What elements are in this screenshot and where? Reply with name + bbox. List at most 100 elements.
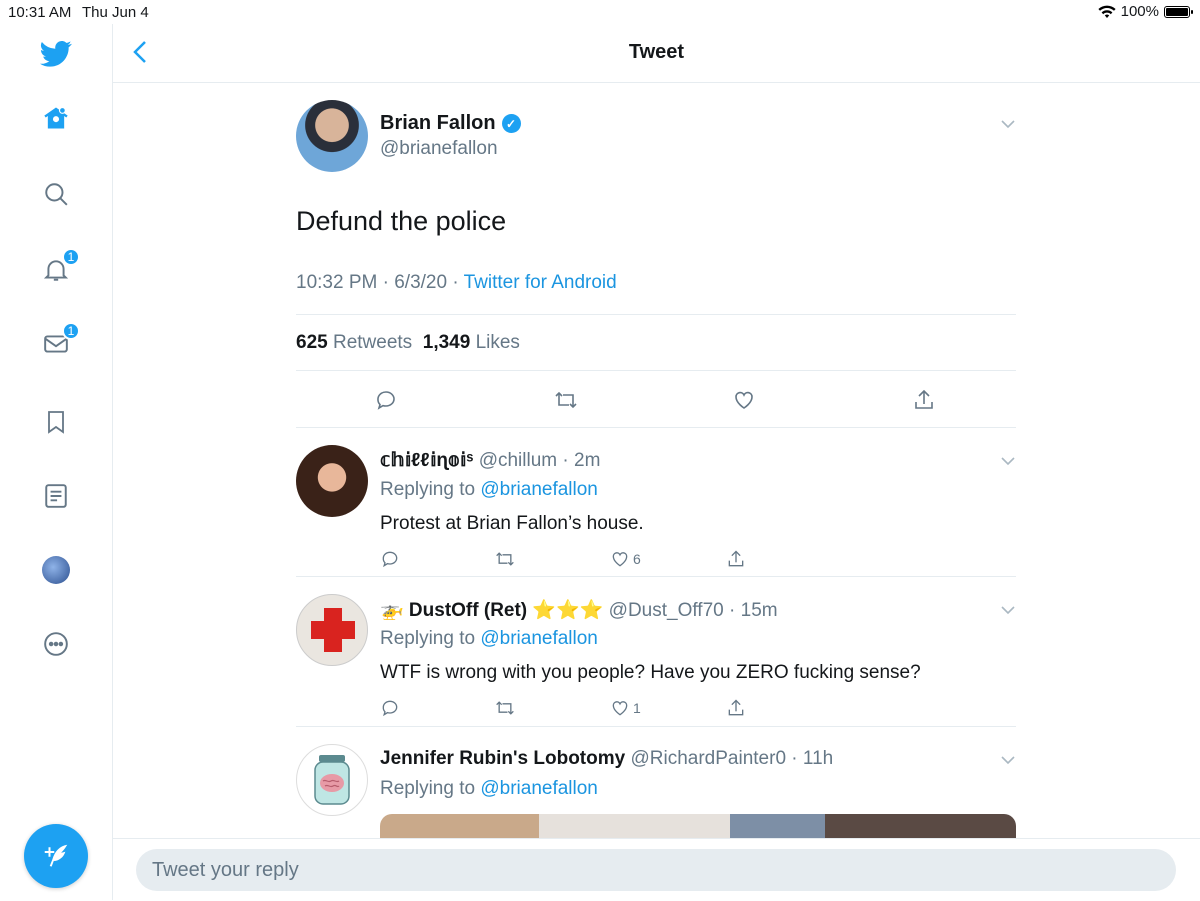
reply-author-handle[interactable]: @Dust_Off70 [609,600,724,621]
divider [296,427,1016,428]
reply-media-image[interactable] [380,814,1016,838]
chevron-down-icon [1001,756,1015,765]
replying-prefix: Replying to [380,778,476,799]
twitter-logo-icon[interactable] [40,38,72,70]
reply-icon [377,391,395,410]
reply-retweet-button[interactable] [494,549,516,569]
battery-icon [1164,5,1193,18]
reply-like-count: 6 [633,551,641,567]
reply-time: 2m [574,450,601,471]
tweet-reply-input[interactable] [136,849,1176,891]
tweet-meta: 10:32 PM · 6/3/20 · Twitter for Android [296,272,617,293]
tweet-options-button[interactable] [1000,116,1016,134]
replying-to: Replying to @brianefallon [380,628,598,650]
reply-author-handle[interactable]: @RichardPainter0 [630,748,786,769]
heart-icon [735,391,753,409]
status-bar: 10:31 AM Thu Jun 4 100% [0,0,1200,24]
heart-icon [612,552,628,567]
replying-to-link[interactable]: @brianefallon [480,778,598,799]
reply-avatar[interactable] [296,445,368,517]
retweet-icon [496,701,514,715]
compose-feather-icon [44,844,68,867]
author-avatar[interactable] [296,100,368,172]
share-icon [728,699,744,716]
more-icon[interactable] [40,628,72,660]
divider [296,370,1016,371]
replying-to-link[interactable]: @brianefallon [480,479,598,500]
status-time: 10:31 AM [8,4,72,21]
reply-like-count: 1 [633,700,641,716]
battery-percent: 100% [1120,3,1159,20]
page-title: Tweet [628,41,685,63]
likes-label: Likes [475,332,520,353]
reply-avatar[interactable] [296,744,368,816]
reply-retweet-button[interactable] [494,698,516,718]
retweet-button[interactable] [552,386,580,414]
retweet-icon [496,552,514,566]
page-header: Tweet [113,24,1200,83]
reply-header: 𝕔𝕙𝕚ℓℓ𝕚ɳ𝕠𝕚ˢ @chillum · 2m [380,450,601,471]
reply-time: 15m [740,600,778,621]
replying-to-link[interactable]: @brianefallon [480,628,598,649]
verified-badge-icon: ✓ [501,114,521,133]
reply-header: Jennifer Rubin's Lobotomy @RichardPainte… [380,748,834,769]
reply-share-button[interactable] [726,698,746,718]
notifications-icon[interactable]: 1 [40,248,80,286]
retweets-stat[interactable]: 625 Retweets [296,332,412,353]
reply-avatar[interactable] [296,594,368,666]
home-icon[interactable] [40,102,72,134]
reply-item[interactable]: 🚁 DustOff (Ret) ⭐⭐⭐ @Dust_Off70 · 15m Re… [296,594,1016,744]
like-button[interactable] [730,386,758,414]
reply-author-name[interactable]: 🚁 DustOff (Ret) ⭐⭐⭐ [380,600,603,621]
tweet-actions [296,386,1016,414]
reply-item[interactable]: Jennifer Rubin's Lobotomy @RichardPainte… [296,744,1016,838]
chevron-down-icon [1001,606,1015,615]
profile-avatar[interactable] [40,554,72,586]
author-name[interactable]: Brian Fallon [380,112,496,135]
reply-text: WTF is wrong with you people? Have you Z… [380,662,921,683]
messages-icon[interactable]: 1 [40,322,80,360]
reply-text: Protest at Brian Fallon’s house. [380,513,644,534]
tweet-date: 6/3/20 [394,272,448,293]
reply-button[interactable] [372,386,400,414]
reply-actions: 1 [380,698,780,722]
reply-author-name[interactable]: Jennifer Rubin's Lobotomy [380,748,625,769]
likes-stat[interactable]: 1,349 Likes [423,332,520,353]
reply-item[interactable]: 𝕔𝕙𝕚ℓℓ𝕚ɳ𝕠𝕚ˢ @chillum · 2m Replying to @br… [296,445,1016,595]
replying-to: Replying to @brianefallon [380,778,598,800]
share-button[interactable] [910,386,938,414]
reply-icon [382,551,398,568]
search-icon[interactable] [40,178,72,210]
lists-icon[interactable] [40,480,72,512]
notifications-badge: 1 [62,248,80,266]
tweet-stats: 625 Retweets 1,349 Likes [296,332,520,354]
reply-like-button[interactable]: 1 [610,698,641,718]
heart-icon [612,701,628,716]
reply-reply-button[interactable] [380,549,400,569]
tweet-text: Defund the police [296,206,507,236]
reply-options-button[interactable] [1000,453,1016,471]
replying-prefix: Replying to [380,628,476,649]
reply-like-button[interactable]: 6 [610,549,641,569]
messages-badge: 1 [62,322,80,340]
status-date: Thu Jun 4 [82,4,149,21]
reply-author-name[interactable]: 𝕔𝕙𝕚ℓℓ𝕚ɳ𝕠𝕚ˢ [380,450,473,471]
author-handle[interactable]: @brianefallon [380,138,498,160]
reply-options-button[interactable] [1000,602,1016,620]
compose-tweet-button[interactable] [24,824,88,888]
tweet-source-link[interactable]: Twitter for Android [464,272,617,293]
reply-header: 🚁 DustOff (Ret) ⭐⭐⭐ @Dust_Off70 · 15m [380,600,778,621]
reply-options-button[interactable] [1000,752,1016,770]
reply-author-handle[interactable]: @chillum [479,450,557,471]
status-right: 100% [1098,3,1193,20]
replying-prefix: Replying to [380,479,476,500]
divider [296,576,1016,577]
reply-share-button[interactable] [726,549,746,569]
author-name-row[interactable]: Brian Fallon ✓ [380,112,521,135]
bookmarks-icon[interactable] [40,406,72,438]
chevron-down-icon [1001,120,1015,129]
share-icon [915,389,933,409]
share-icon [728,550,744,567]
reply-reply-button[interactable] [380,698,400,718]
profile-avatar-image [42,556,70,584]
